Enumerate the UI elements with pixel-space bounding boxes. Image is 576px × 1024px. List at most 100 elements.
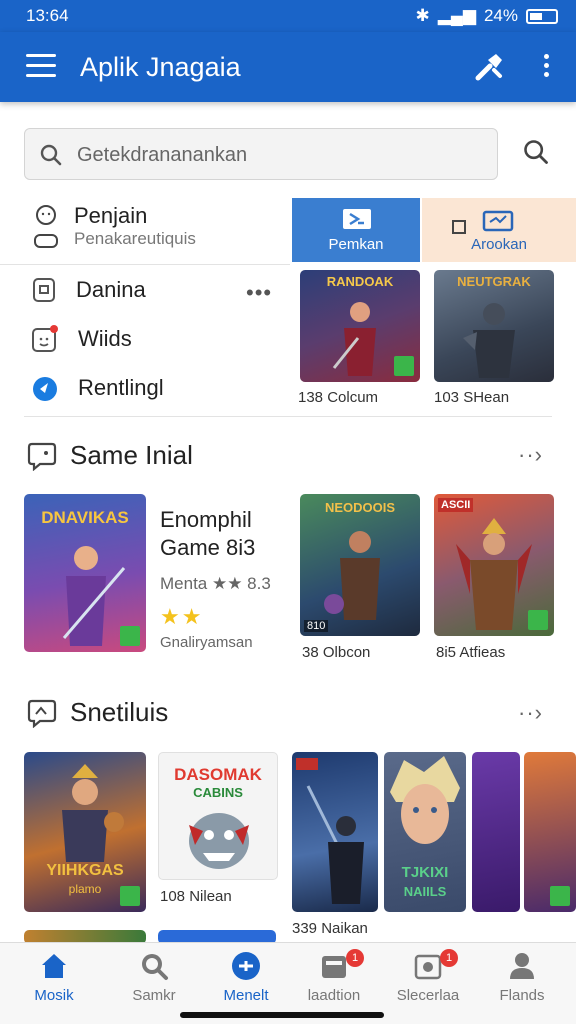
- game-card[interactable]: YIIHKGAS plamo: [24, 752, 146, 912]
- checkbox-icon: [452, 220, 466, 234]
- more-horiz-icon[interactable]: •••: [246, 280, 272, 306]
- game-card[interactable]: [472, 752, 520, 912]
- game-art-title: TJKIXI: [401, 864, 449, 881]
- game-art-subtitle: NAIILS: [403, 884, 447, 899]
- game-art-title: RANDOAK: [326, 274, 394, 289]
- featured-title-line: Enomphil: [160, 507, 252, 532]
- app-bar: Aplik Jnagaia: [0, 32, 576, 102]
- game-card[interactable]: TJKIXI NAIILS: [384, 752, 466, 912]
- character-portrait: [390, 756, 460, 844]
- search-icon: [40, 144, 62, 166]
- notification-badge: 1: [440, 949, 458, 967]
- divider: [0, 264, 290, 265]
- tools-icon[interactable]: [472, 50, 506, 84]
- more-options-icon[interactable]: [538, 54, 554, 82]
- game-card[interactable]: [524, 752, 576, 912]
- search-bar[interactable]: [24, 128, 498, 180]
- status-indicators: ✱ ▂▄▆ 24%: [416, 6, 558, 26]
- home-indicator: [180, 1012, 384, 1018]
- game-card[interactable]: NEUTGRAK: [434, 270, 554, 382]
- game-card[interactable]: NEODOOIS 810: [300, 494, 420, 636]
- home-icon: [42, 954, 66, 978]
- signal-icon: ▂▄▆: [437, 6, 476, 25]
- game-card[interactable]: [292, 752, 378, 912]
- game-art-title: NEUTGRAK: [457, 274, 531, 289]
- nav-slecerlaa[interactable]: 1 Slecerlaa: [380, 943, 476, 1013]
- featured-title-line: Game 8i3: [160, 535, 256, 560]
- game-art-title: YIIHKGAS: [46, 862, 124, 879]
- nav-label: Samkr: [132, 987, 176, 1004]
- character-figure: [332, 302, 376, 376]
- monster-face: [189, 813, 249, 869]
- menu-item-wiids[interactable]: Wiids: [32, 324, 132, 354]
- game-tag: [296, 758, 318, 770]
- tab-label: Arookan: [471, 236, 527, 253]
- nav-label: Mosik: [34, 987, 74, 1004]
- chat-icon: [32, 325, 58, 352]
- nav-label: Flands: [499, 987, 545, 1004]
- nav-laadtion[interactable]: 1 laadtion: [286, 943, 382, 1013]
- character-figure: [456, 518, 532, 630]
- game-tag: 810: [304, 620, 329, 632]
- controller-icon: [27, 699, 57, 728]
- monitor-icon: [482, 210, 514, 232]
- game-card[interactable]: RANDOAK: [300, 270, 420, 382]
- game-caption: 339 Naikan: [292, 920, 368, 937]
- menu-icon[interactable]: [26, 54, 56, 78]
- character-figure: [306, 785, 364, 904]
- game-art-title: DNAVIKAS: [41, 508, 129, 527]
- game-caption: 138 Colcum: [298, 389, 379, 406]
- search-icon: [142, 954, 168, 980]
- inbox-icon: [322, 956, 346, 978]
- game-caption: 38 Olbcon: [302, 644, 371, 661]
- nav-menelt[interactable]: Menelt: [198, 943, 294, 1013]
- menu-item-penjain[interactable]: Penjain Penakareutiquis: [32, 202, 196, 250]
- app-title: Aplik Jnagaia: [80, 52, 241, 82]
- featured-game-meta: Menta ★★ 8.3: [160, 574, 271, 593]
- verified-badge: [550, 886, 570, 906]
- battery-icon: [526, 8, 558, 24]
- game-caption: 8i5 Atfieas: [436, 644, 506, 661]
- character-figure: [62, 764, 124, 862]
- featured-game-card[interactable]: DNAVIKAS: [24, 494, 146, 652]
- game-caption: 108 Nilean: [160, 888, 232, 905]
- search-button-icon[interactable]: [522, 138, 550, 166]
- section-more-link[interactable]: ··›: [518, 442, 543, 468]
- game-art-title: ASCII: [438, 498, 474, 512]
- section-title: Same Inial: [70, 440, 193, 470]
- menu-item-sublabel: Penakareutiquis: [74, 229, 196, 248]
- game-card[interactable]: DASOMAK CABINS: [158, 752, 278, 880]
- character-figure: [62, 546, 126, 646]
- verified-badge: [394, 356, 414, 376]
- tab-label: Pemkan: [328, 236, 384, 253]
- game-art-subtitle: CABINS: [193, 785, 243, 800]
- nav-label: laadtion: [307, 987, 361, 1004]
- gamepad-icon: [232, 952, 260, 980]
- divider: [24, 416, 552, 417]
- verified-badge: [528, 610, 548, 630]
- nav-search[interactable]: Samkr: [106, 943, 202, 1013]
- game-card[interactable]: ASCII: [434, 494, 554, 636]
- rating-stars: ★★: [160, 604, 204, 629]
- verified-badge: [120, 886, 140, 906]
- game-caption: 103 SHean: [434, 389, 510, 406]
- section-title: Snetiluis: [70, 697, 169, 727]
- battery-percent: 24%: [483, 6, 518, 25]
- nav-profile[interactable]: Flands: [474, 943, 570, 1013]
- tab-pemkan[interactable]: Pemkan: [292, 198, 420, 262]
- document-icon: [33, 278, 55, 302]
- message-icon: [414, 954, 442, 980]
- menu-item-danina[interactable]: Danina: [32, 276, 146, 304]
- tab-arookan[interactable]: Arookan: [422, 198, 576, 262]
- menu-item-label: Wiids: [78, 326, 132, 351]
- section-more-link[interactable]: ··›: [518, 700, 543, 726]
- featured-game-title[interactable]: Enomphil Game 8i3: [160, 506, 255, 562]
- search-input[interactable]: [77, 141, 487, 169]
- status-time: 13:64: [26, 6, 69, 25]
- game-art-title: DASOMAK: [174, 765, 262, 784]
- nav-home[interactable]: Mosik: [6, 943, 102, 1013]
- menu-item-label: Danina: [76, 277, 146, 302]
- user-icon: [34, 205, 58, 248]
- nav-label: Menelt: [223, 987, 269, 1004]
- menu-item-rentlingl[interactable]: Rentlingl: [32, 374, 164, 402]
